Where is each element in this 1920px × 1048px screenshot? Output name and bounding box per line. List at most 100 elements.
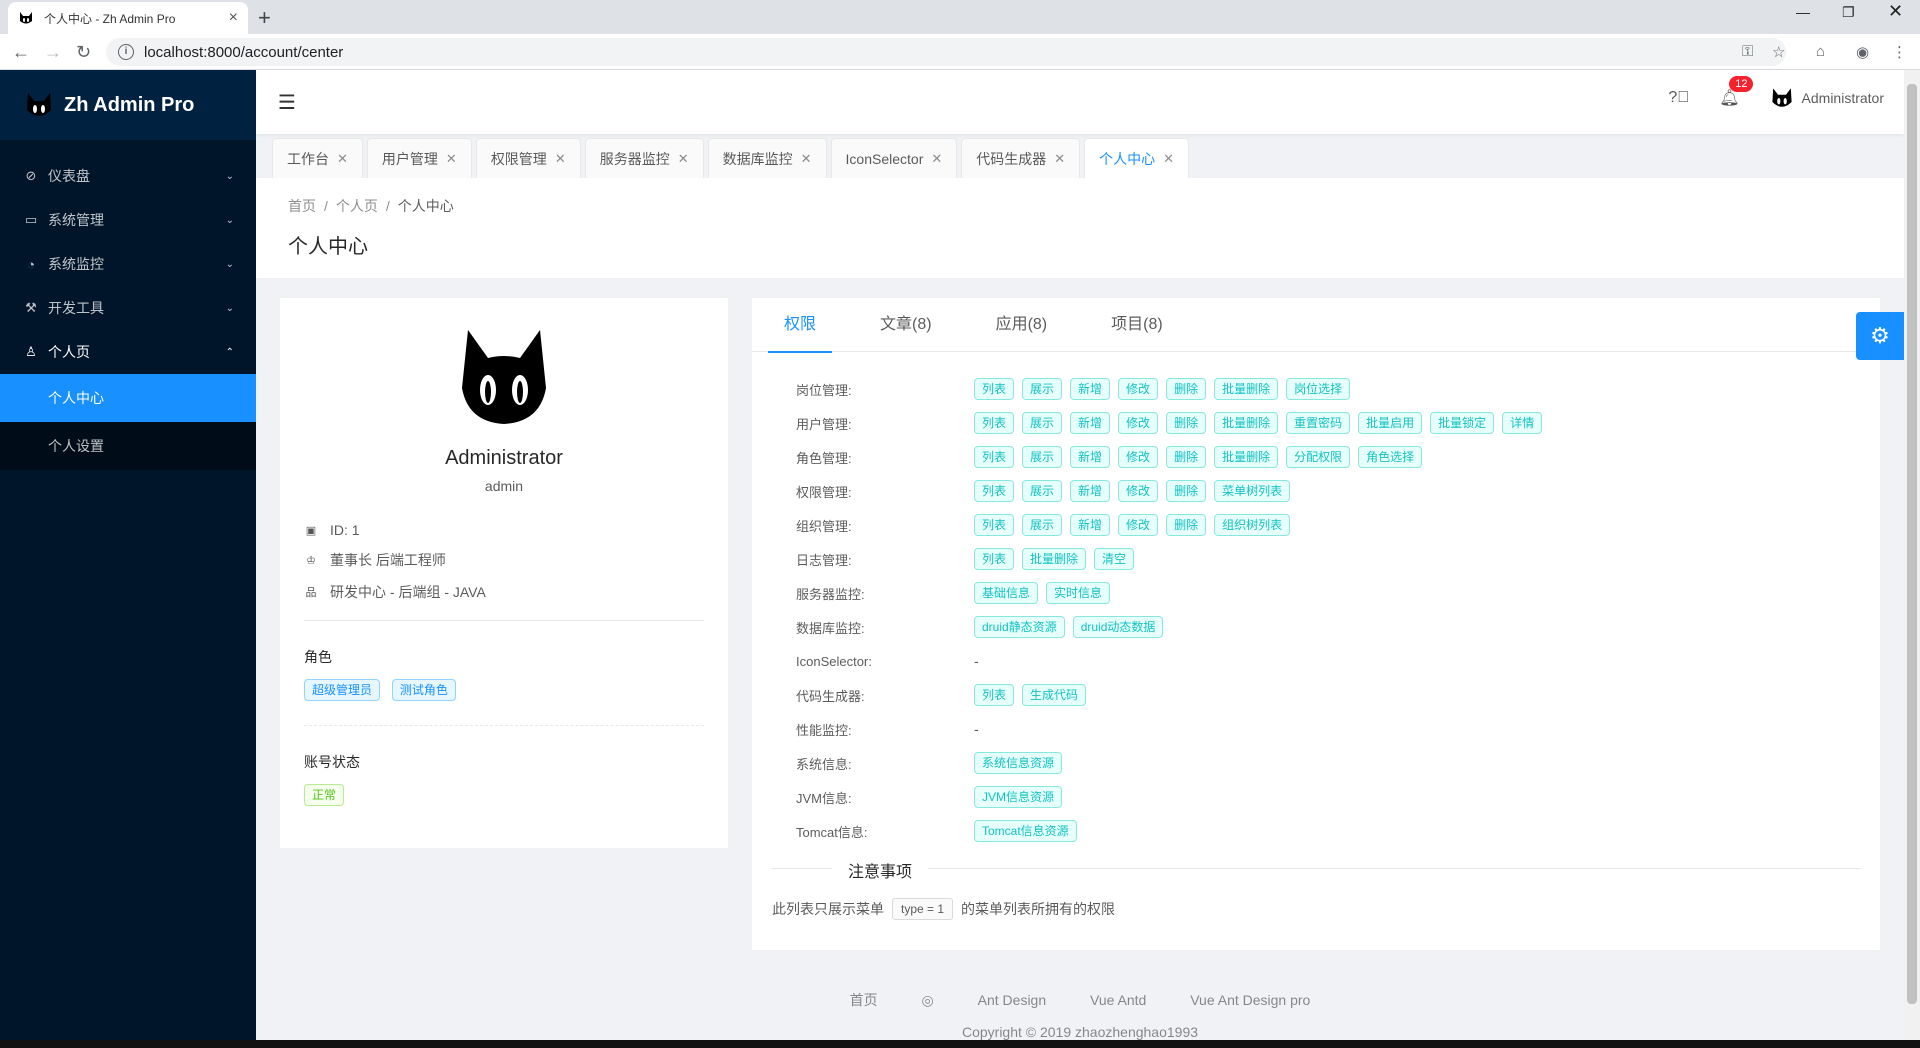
- chevron-down-icon: ⌄: [225, 170, 234, 182]
- permission-row: 代码生成器: 列表 生成代码: [796, 678, 1880, 712]
- permission-tag: 列表: [974, 514, 1015, 536]
- url-input[interactable]: i localhost:8000/account/center: [106, 38, 1786, 66]
- tab-permissions[interactable]: 权限: [768, 298, 833, 353]
- tab-projects[interactable]: 项目(8): [1095, 298, 1179, 352]
- tab-user-management[interactable]: 用户管理 ✕: [366, 138, 472, 178]
- sidebar-item-dashboard[interactable]: ⊘ 仪表盘 ⌄: [0, 154, 256, 198]
- permission-label: 岗位管理:: [796, 382, 852, 398]
- scrollbar-thumb[interactable]: [1907, 84, 1917, 1004]
- chevron-down-icon: ⌄: [225, 258, 234, 270]
- key-icon[interactable]: ⚿: [1742, 43, 1753, 60]
- cluster-icon: 品: [305, 587, 317, 599]
- menu-dots-icon[interactable]: ⋮: [1892, 43, 1907, 61]
- tab-articles[interactable]: 文章(8): [864, 298, 948, 352]
- permission-row: IconSelector: -: [796, 644, 1880, 678]
- permission-tags: -: [974, 653, 979, 669]
- tab-database-monitor[interactable]: 数据库监控 ✕: [707, 138, 827, 178]
- permission-tag: 批量删除: [1214, 412, 1279, 434]
- tab-icon-selector[interactable]: IconSelector ✕: [830, 138, 958, 178]
- permission-tag: 批量启用: [1358, 412, 1423, 434]
- sidebar-item-account[interactable]: ♙ 个人页 ⌃: [0, 330, 256, 374]
- profile-dept-text: 研发中心 - 后端组 - JAVA: [330, 584, 486, 600]
- permission-tag: 列表: [974, 548, 1015, 570]
- new-tab-icon[interactable]: +: [258, 5, 271, 31]
- permission-tag: 批量删除: [1214, 446, 1279, 468]
- page-tabs: 工作台 ✕ 用户管理 ✕ 权限管理 ✕ 服务器监控 ✕ 数据库监控 ✕ IconSelec…: [272, 138, 1193, 178]
- forward-icon[interactable]: →: [44, 42, 62, 63]
- sidebar-item-account-settings[interactable]: 个人设置: [0, 422, 256, 470]
- address-bar-row: ← → ↻ i localhost:8000/account/center ⚿ …: [0, 34, 1920, 70]
- permission-tag: 修改: [1118, 378, 1159, 400]
- permission-tag: 实时信息: [1046, 582, 1111, 604]
- tab-applications[interactable]: 应用(8): [980, 298, 1064, 352]
- extension-icon[interactable]: ⌂: [1816, 43, 1825, 60]
- user-menu[interactable]: Administrator: [1770, 86, 1884, 110]
- permission-tag: 展示: [1022, 514, 1063, 536]
- reload-icon[interactable]: ↻: [76, 42, 91, 63]
- close-icon[interactable]: ✕: [931, 151, 942, 167]
- permission-tags: 列表 展示 新增 修改 删除 组织树列表: [974, 514, 1298, 536]
- settings-drawer-button[interactable]: ⚙: [1856, 312, 1904, 360]
- notice-text: 此列表只展示菜单 type = 1 的菜单列表所拥有的权限: [772, 898, 1115, 920]
- sidebar-item-monitor[interactable]: ◔ 系统监控 ⌄: [0, 242, 256, 286]
- permission-tags: 列表 展示 新增 修改 删除 批量删除 重置密码 批量启用 批量锁定 详情: [974, 412, 1550, 434]
- minimize-icon[interactable]: —: [1796, 4, 1810, 20]
- close-icon[interactable]: ✕: [555, 151, 566, 167]
- tab-server-monitor[interactable]: 服务器监控 ✕: [584, 138, 704, 178]
- menu-fold-icon[interactable]: ☰: [278, 90, 296, 115]
- close-window-icon[interactable]: ✕: [1888, 1, 1903, 22]
- page-scrollbar[interactable]: [1904, 70, 1920, 1040]
- footer-link-home[interactable]: 首页: [850, 992, 878, 1008]
- divider: [304, 620, 704, 621]
- restore-icon[interactable]: ❐: [1842, 4, 1855, 21]
- sidebar-item-account-center[interactable]: 个人中心: [0, 374, 256, 422]
- sidebar: Zh Admin Pro ⊘ 仪表盘 ⌄ ▭ 系统管理 ⌄ ◔ 系统监控 ⌄ ⚒…: [0, 70, 256, 1040]
- breadcrumb-account[interactable]: 个人页: [336, 198, 378, 214]
- browser-tab-strip: 个人中心 - Zh Admin Pro × + — ❐ ✕: [0, 0, 1920, 34]
- bell-icon[interactable]: 🔔︎ 12: [1719, 76, 1754, 108]
- sidebar-item-label: 系统管理: [48, 212, 104, 228]
- close-icon[interactable]: ✕: [678, 151, 689, 167]
- permission-row: 岗位管理: 列表 展示 新增 修改 删除 批量删除 岗位选择: [796, 372, 1880, 406]
- permission-row: 服务器监控: 基础信息 实时信息: [796, 576, 1880, 610]
- github-icon[interactable]: ◎: [922, 992, 934, 1008]
- site-info-icon[interactable]: i: [118, 44, 134, 60]
- breadcrumb-home[interactable]: 首页: [288, 198, 316, 214]
- logo[interactable]: Zh Admin Pro: [0, 70, 256, 140]
- sidebar-item-devtools[interactable]: ⚒ 开发工具 ⌄: [0, 286, 256, 330]
- notice-title: 注意事项: [832, 858, 929, 882]
- app-name: Zh Admin Pro: [64, 93, 195, 116]
- browser-tab[interactable]: 个人中心 - Zh Admin Pro ×: [8, 2, 248, 34]
- close-icon[interactable]: ✕: [801, 151, 812, 167]
- permission-label: IconSelector:: [796, 653, 872, 669]
- close-tab-icon[interactable]: ×: [229, 9, 238, 27]
- profile-icon[interactable]: ◉: [1856, 43, 1869, 61]
- back-icon[interactable]: ←: [12, 42, 30, 63]
- footer-link-ant-design[interactable]: Ant Design: [978, 992, 1046, 1008]
- tab-code-generator[interactable]: 代码生成器 ✕: [961, 138, 1081, 178]
- permission-tag: 菜单树列表: [1214, 480, 1291, 502]
- close-icon[interactable]: ✕: [446, 151, 457, 167]
- tab-workplace[interactable]: 工作台 ✕: [272, 138, 363, 178]
- close-icon[interactable]: ✕: [337, 151, 348, 167]
- question-icon[interactable]: ?⃝: [1668, 89, 1689, 107]
- sidebar-item-label: 个人中心: [48, 390, 104, 406]
- tab-account-center[interactable]: 个人中心 ✕: [1084, 138, 1190, 178]
- permission-tag: 清空: [1094, 548, 1135, 570]
- tab-permission-management[interactable]: 权限管理 ✕: [475, 138, 581, 178]
- footer-link-vue-antd[interactable]: Vue Antd: [1090, 992, 1146, 1008]
- sidebar-item-system[interactable]: ▭ 系统管理 ⌄: [0, 198, 256, 242]
- permission-label: 代码生成器:: [796, 688, 865, 704]
- permission-tag: 删除: [1166, 514, 1207, 536]
- permission-tags: druid静态资源 druid动态数据: [974, 616, 1171, 638]
- permission-row: 组织管理: 列表 展示 新增 修改 删除 组织树列表: [796, 508, 1880, 542]
- desktop-icon: ▭: [24, 212, 38, 227]
- permission-tag: 展示: [1022, 446, 1063, 468]
- bookmark-star-icon[interactable]: ☆: [1772, 43, 1785, 61]
- permission-tags: 列表 批量删除 清空: [974, 548, 1142, 570]
- empty-value: -: [974, 653, 979, 669]
- close-icon[interactable]: ✕: [1163, 151, 1174, 167]
- close-icon[interactable]: ✕: [1054, 151, 1065, 167]
- page-header: 首页 / 个人页 / 个人中心 个人中心: [256, 178, 1904, 278]
- footer-link-vue-ant-design-pro[interactable]: Vue Ant Design pro: [1190, 992, 1310, 1008]
